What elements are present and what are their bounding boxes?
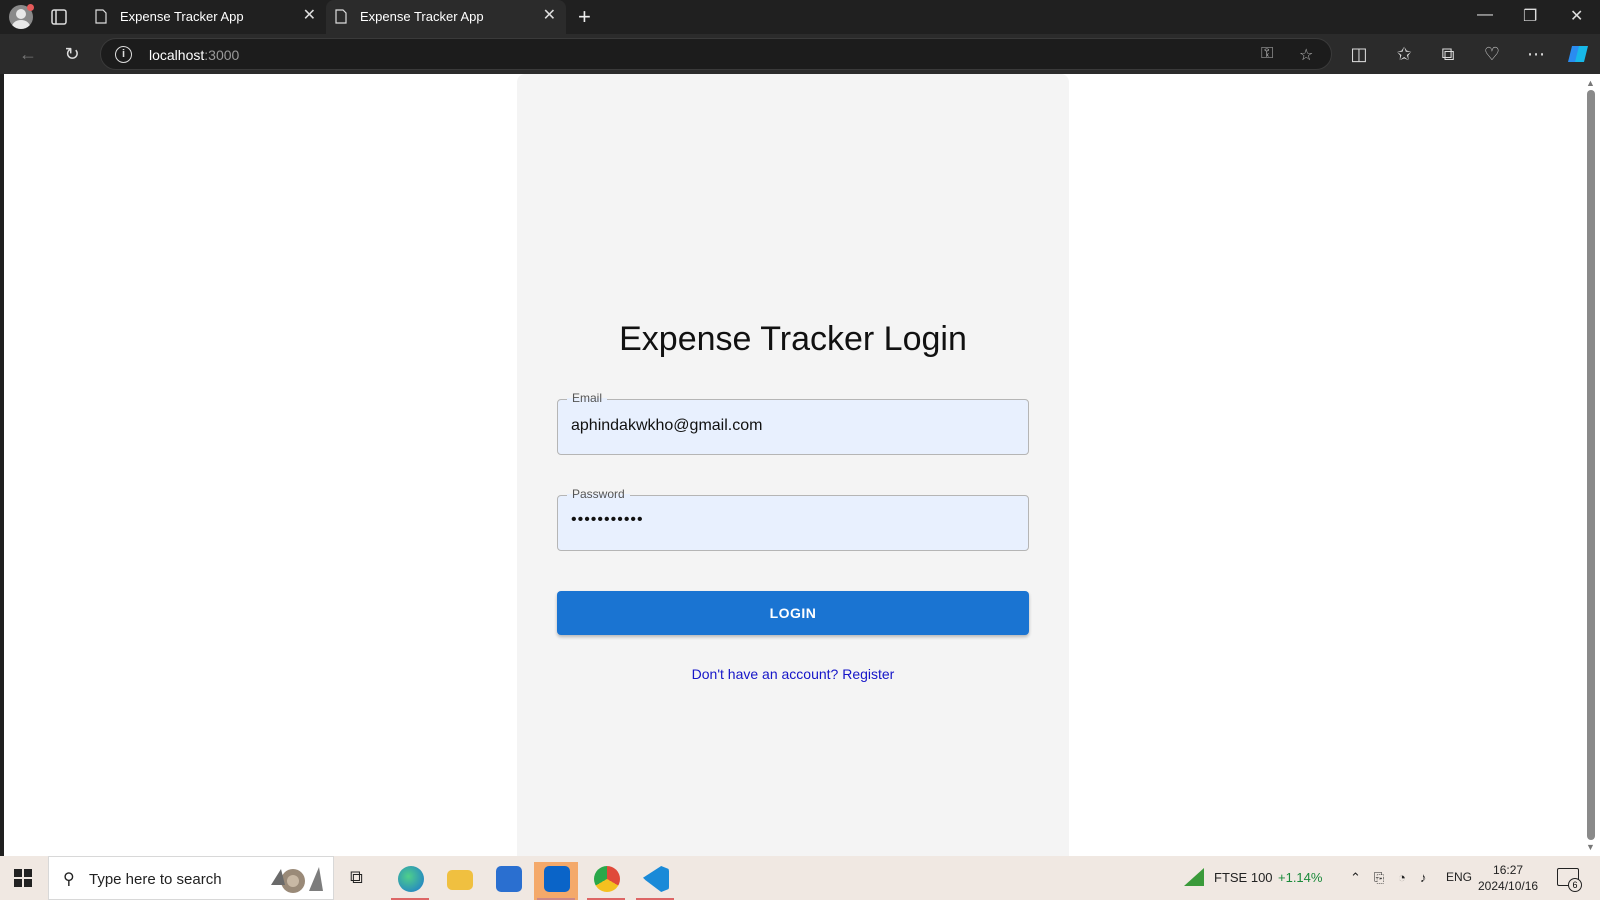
browser-titlebar: Expense Tracker App ✕ Expense Tracker Ap… bbox=[0, 0, 1600, 34]
more-options-icon[interactable]: ⋯ bbox=[1524, 42, 1548, 66]
favorites-icon[interactable]: ✩ bbox=[1392, 42, 1416, 66]
address-bar[interactable]: i localhost:3000 ⚿ ☆ bbox=[100, 38, 1332, 70]
windows-start-icon[interactable] bbox=[14, 869, 32, 887]
clock[interactable]: 16:27 2024/10/16 bbox=[1478, 862, 1538, 894]
login-panel: Expense Tracker Login Email Password •••… bbox=[517, 74, 1069, 856]
volume-icon[interactable]: ♪ bbox=[1420, 870, 1427, 885]
password-field[interactable]: Password ••••••••••• bbox=[557, 487, 1029, 551]
search-icon: ⚲ bbox=[63, 871, 75, 888]
login-button[interactable]: LOGIN bbox=[557, 591, 1029, 635]
email-field[interactable]: Email bbox=[557, 391, 1029, 455]
vscode-taskbar-icon[interactable] bbox=[633, 862, 677, 900]
tab-close-icon[interactable]: ✕ bbox=[303, 7, 316, 25]
page-icon bbox=[95, 9, 107, 24]
ticker-name[interactable]: FTSE 100 bbox=[1214, 870, 1273, 885]
register-link[interactable]: Don't have an account? Register bbox=[517, 666, 1069, 682]
window-close-icon[interactable]: ✕ bbox=[1570, 6, 1583, 26]
search-highlight-icon bbox=[271, 867, 323, 893]
page-viewport: Expense Tracker Login Email Password •••… bbox=[4, 74, 1582, 856]
reload-icon[interactable]: ↻ bbox=[60, 42, 84, 66]
search-placeholder: Type here to search bbox=[89, 871, 222, 888]
tab-close-icon[interactable]: ✕ bbox=[543, 7, 556, 25]
split-screen-icon[interactable]: ◫ bbox=[1347, 42, 1371, 66]
stock-chart-icon bbox=[1184, 868, 1204, 886]
clock-date: 2024/10/16 bbox=[1478, 879, 1539, 893]
tab-actions-icon[interactable] bbox=[50, 8, 68, 26]
page-scrollbar[interactable]: ▲ ▼ bbox=[1582, 74, 1600, 856]
chrome-taskbar-icon[interactable] bbox=[584, 862, 628, 900]
task-view-icon[interactable]: ⧉ bbox=[350, 867, 363, 888]
password-key-icon[interactable]: ⚿ bbox=[1261, 45, 1273, 63]
language-indicator[interactable]: ENG bbox=[1446, 870, 1472, 884]
restore-icon[interactable]: ❐ bbox=[1523, 6, 1537, 26]
scroll-down-icon[interactable]: ▼ bbox=[1586, 842, 1595, 852]
browser-tab-2-active[interactable]: Expense Tracker App ✕ bbox=[326, 0, 566, 34]
email-input[interactable] bbox=[571, 417, 1011, 435]
browser-tab-1[interactable]: Expense Tracker App ✕ bbox=[86, 0, 326, 34]
tab-title: Expense Tracker App bbox=[120, 9, 244, 24]
page-icon bbox=[335, 9, 347, 24]
notification-count: 6 bbox=[1568, 878, 1582, 892]
page-title: Expense Tracker Login bbox=[619, 320, 967, 358]
profile-status-dot bbox=[27, 4, 34, 11]
collections-icon[interactable]: ⧉ bbox=[1436, 42, 1460, 66]
browser-essentials-icon[interactable]: ♡ bbox=[1480, 42, 1504, 66]
email-label: Email bbox=[567, 391, 608, 405]
minimize-icon[interactable]: — bbox=[1477, 6, 1493, 24]
ticker-change[interactable]: +1.14% bbox=[1278, 870, 1322, 885]
outlook-taskbar-icon[interactable] bbox=[534, 862, 578, 900]
show-hidden-icons-icon[interactable]: ⌃ bbox=[1350, 870, 1361, 886]
tab-title: Expense Tracker App bbox=[360, 9, 484, 24]
url-text: localhost:3000 bbox=[149, 47, 240, 63]
new-tab-button[interactable]: + bbox=[578, 5, 591, 29]
password-input[interactable]: ••••••••••• bbox=[571, 511, 1011, 529]
wifi-icon[interactable]: ◔ bbox=[1398, 870, 1406, 885]
favorite-star-icon[interactable]: ☆ bbox=[1299, 45, 1313, 65]
taskbar-search[interactable]: ⚲ Type here to search bbox=[48, 856, 334, 900]
meet-now-icon[interactable]: ⎘ bbox=[1374, 870, 1384, 886]
clock-time: 16:27 bbox=[1493, 863, 1524, 877]
scroll-up-icon[interactable]: ▲ bbox=[1586, 78, 1595, 88]
browser-toolbar: ← ↻ i localhost:3000 ⚿ ☆ ◫ ✩ ⧉ ♡ ⋯ bbox=[0, 34, 1600, 74]
back-icon[interactable]: ← bbox=[16, 42, 40, 66]
password-label: Password bbox=[567, 487, 630, 501]
edge-taskbar-icon[interactable] bbox=[388, 862, 432, 900]
site-info-icon[interactable]: i bbox=[115, 46, 132, 63]
copilot-icon[interactable] bbox=[1566, 42, 1590, 66]
file-explorer-taskbar-icon[interactable] bbox=[437, 862, 481, 900]
store-taskbar-icon[interactable] bbox=[486, 862, 530, 900]
scrollbar-thumb[interactable] bbox=[1587, 90, 1595, 840]
taskbar: ⚲ Type here to search ⧉ FTSE 100 +1.14% … bbox=[0, 856, 1600, 900]
